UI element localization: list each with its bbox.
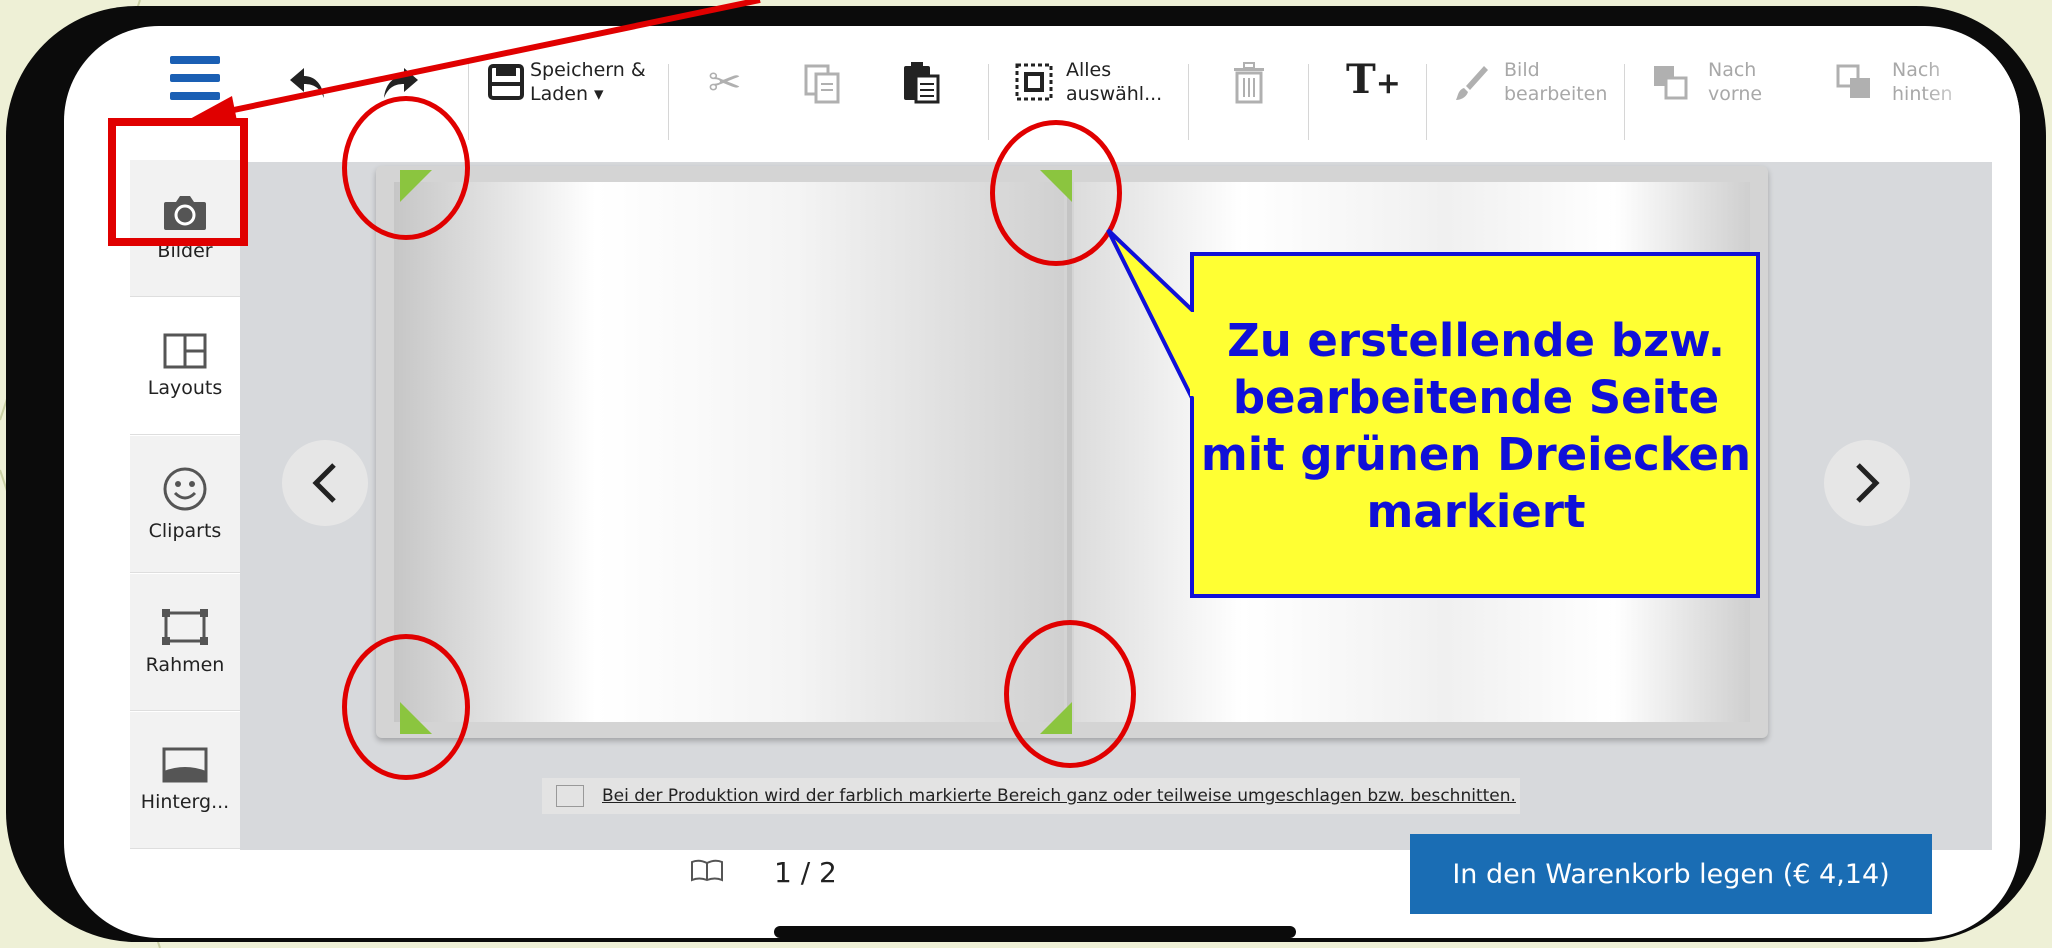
callout-line-1: Zu erstellende bzw. [1227, 314, 1725, 367]
callout-text: Zu erstellende bzw. bearbeitende Seite m… [1196, 312, 1756, 540]
callout-line-2: bearbeitende Seite [1232, 371, 1720, 424]
callout-line-3: mit grünen Dreiecken [1200, 428, 1752, 481]
callout-line-4: markiert [1366, 485, 1586, 538]
